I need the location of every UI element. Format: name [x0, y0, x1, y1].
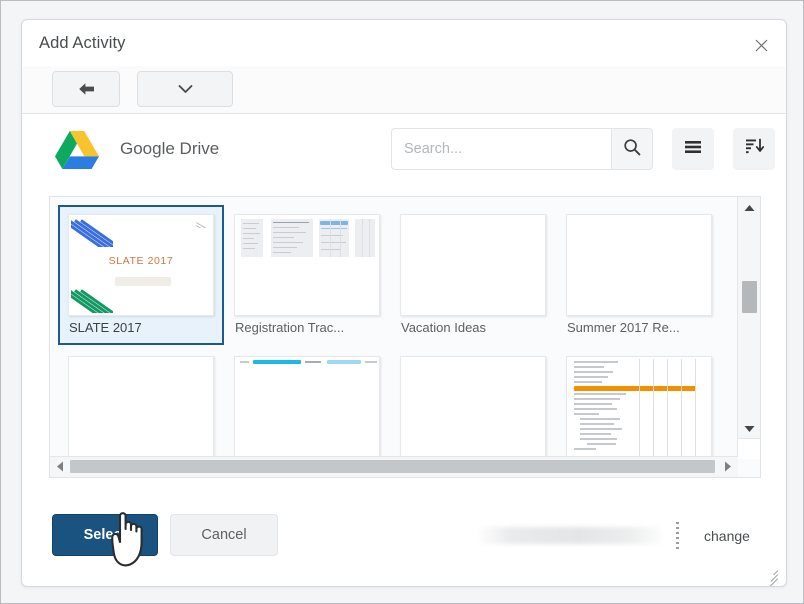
search-input[interactable]: [392, 129, 611, 169]
file-grid-viewport: SLATE 2017 SLATE 2017 Registration Trac.…: [50, 197, 738, 459]
file-tile-row2-2[interactable]: [224, 347, 390, 459]
cancel-button: Cancel: [170, 514, 278, 556]
chevron-down-icon: [178, 84, 193, 94]
scrollbar-corner: [738, 438, 760, 459]
file-thumbnail: [400, 356, 546, 458]
horizontal-scrollbar[interactable]: [50, 456, 738, 477]
dialog-title-bar: Add Activity: [22, 20, 786, 66]
add-activity-dialog: Add Activity Google Drive Search... SLAT…: [21, 19, 787, 587]
file-tile-summer-2017[interactable]: Summer 2017 Re...: [556, 205, 722, 345]
file-thumbnail: [68, 356, 214, 458]
corner-fold-decoration: [196, 218, 210, 228]
triangle-up-icon[interactable]: [738, 198, 760, 218]
back-button[interactable]: [52, 71, 120, 107]
green-stripes-decoration: [71, 283, 113, 313]
triangle-right-icon[interactable]: [720, 457, 736, 476]
file-browser: SLATE 2017 SLATE 2017 Registration Trac.…: [49, 196, 761, 478]
horizontal-scrollbar-thumb[interactable]: [70, 460, 715, 473]
file-thumbnail: [400, 214, 546, 316]
search-field-wrapper: [391, 128, 611, 170]
file-thumbnail: [234, 214, 380, 316]
file-name-label: Summer 2017 Re...: [567, 320, 680, 335]
change-account-link[interactable]: change: [704, 528, 750, 544]
file-tile-vacation-ideas[interactable]: Vacation Ideas: [390, 205, 556, 345]
search-button[interactable]: [611, 128, 653, 170]
hamburger-list-icon: [684, 140, 702, 159]
sort-button[interactable]: [733, 128, 775, 170]
file-name-label: SLATE 2017: [69, 320, 142, 335]
file-thumbnail: [566, 356, 712, 458]
file-name-label: Vacation Ideas: [401, 320, 487, 335]
blue-stripes-decoration: [71, 217, 113, 247]
file-name-label: Registration Trac...: [235, 320, 345, 335]
vertical-scrollbar-thumb[interactable]: [742, 281, 757, 313]
triangle-down-icon[interactable]: [738, 419, 760, 439]
triangle-left-icon[interactable]: [52, 457, 68, 476]
provider-name: Google Drive: [120, 139, 220, 158]
file-tile-slate-2017[interactable]: SLATE 2017 SLATE 2017: [58, 205, 224, 345]
file-tile-row2-4[interactable]: [556, 347, 722, 459]
thumbnail-smudge: [115, 277, 171, 286]
sort-descending-icon: [745, 138, 764, 160]
list-view-button[interactable]: [672, 128, 714, 170]
resize-grip-icon[interactable]: [764, 566, 779, 586]
file-tile-registration-tracker[interactable]: Registration Trac...: [224, 205, 390, 345]
provider-header: Google Drive: [22, 114, 786, 186]
close-icon[interactable]: [748, 32, 774, 58]
google-drive-logo-icon: [55, 130, 99, 170]
arrow-left-icon: [77, 82, 96, 96]
file-thumbnail: [234, 356, 380, 458]
screen: Add Activity Google Drive Search... SLAT…: [0, 0, 804, 604]
select-button[interactable]: Select: [52, 514, 158, 556]
navigation-toolbar: [22, 66, 786, 114]
file-tile-row2-3[interactable]: [390, 347, 556, 459]
account-label-redacted: [479, 527, 661, 544]
file-tile-row2-1[interactable]: [58, 347, 224, 459]
search-icon: [623, 138, 641, 161]
file-thumbnail: [566, 214, 712, 316]
dialog-footer: Select Cancel change: [22, 494, 786, 586]
thumbnail-title-text: SLATE 2017: [108, 255, 174, 267]
file-thumbnail: SLATE 2017: [68, 214, 214, 316]
location-dropdown-button[interactable]: [137, 71, 233, 107]
vertical-dotted-divider: [676, 522, 679, 550]
page-title: Add Activity: [39, 34, 126, 52]
vertical-scrollbar[interactable]: [737, 197, 760, 459]
